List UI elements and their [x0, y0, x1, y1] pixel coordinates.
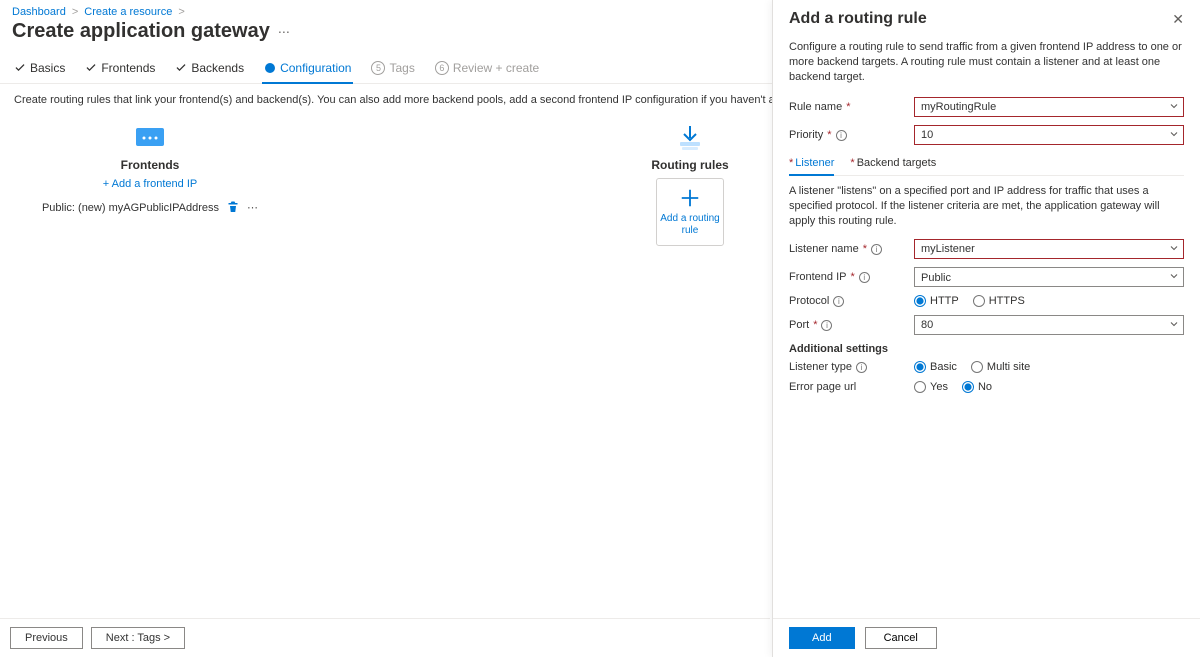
rule-name-label: Rule name * [789, 101, 914, 113]
listener-hint: A listener "listens" on a specified port… [789, 184, 1184, 229]
info-icon[interactable]: i [833, 296, 844, 307]
protocol-label: Protocol i [789, 295, 914, 307]
info-icon[interactable]: i [836, 130, 847, 141]
subtab-listener[interactable]: *Listener [789, 153, 834, 175]
more-actions-icon[interactable]: ⋯ [278, 25, 290, 39]
cancel-button[interactable]: Cancel [865, 627, 937, 649]
routing-rules-column: Routing rules Add a routing rule [580, 124, 800, 246]
priority-label: Priority * i [789, 129, 914, 141]
listener-type-multi-radio[interactable]: Multi site [971, 361, 1030, 373]
panel-subtabs: *Listener *Backend targets [789, 153, 1184, 176]
frontends-column: Frontends + Add a frontend IP Public: (n… [40, 124, 260, 246]
rule-name-input[interactable] [914, 97, 1184, 117]
frontend-ip-select[interactable]: Public [914, 267, 1184, 287]
tab-tags[interactable]: 5 Tags [369, 53, 416, 83]
tab-configuration-label: Configuration [280, 61, 351, 75]
tab-configuration[interactable]: Configuration [262, 53, 353, 83]
close-icon[interactable]: ✕ [1172, 11, 1184, 28]
error-page-label: Error page url [789, 381, 914, 393]
info-icon[interactable]: i [871, 244, 882, 255]
more-icon[interactable]: ⋯ [247, 201, 258, 214]
tab-basics[interactable]: Basics [12, 53, 67, 83]
add-routing-rule-tile[interactable]: Add a routing rule [656, 178, 724, 246]
step-number-icon: 6 [435, 61, 449, 75]
tab-backends[interactable]: Backends [173, 53, 246, 83]
tab-frontends-label: Frontends [101, 61, 155, 75]
crumb-create-resource[interactable]: Create a resource [84, 6, 172, 18]
error-page-no-radio[interactable]: No [962, 381, 992, 393]
panel-footer: Add Cancel [773, 618, 1200, 657]
info-icon[interactable]: i [856, 362, 867, 373]
step-number-icon: 5 [371, 61, 385, 75]
previous-button[interactable]: Previous [10, 627, 83, 649]
tab-review-label: Review + create [453, 61, 539, 75]
tab-tags-label: Tags [389, 61, 414, 75]
add-routing-rule-panel: Add a routing rule ✕ Configure a routing… [772, 0, 1200, 657]
crumb-sep: > [178, 6, 184, 18]
check-icon [175, 62, 187, 74]
frontend-item: Public: (new) myAGPublicIPAddress ⋯ [42, 200, 258, 215]
add-button[interactable]: Add [789, 627, 855, 649]
routing-rules-title: Routing rules [651, 158, 728, 172]
crumb-dashboard[interactable]: Dashboard [12, 6, 66, 18]
additional-settings-title: Additional settings [789, 343, 1184, 355]
frontend-item-label: Public: (new) myAGPublicIPAddress [42, 202, 219, 214]
check-icon [85, 62, 97, 74]
tab-basics-label: Basics [30, 61, 65, 75]
listener-type-label: Listener type i [789, 361, 914, 373]
port-label: Port * i [789, 319, 914, 331]
info-icon[interactable]: i [859, 272, 870, 283]
page-title: Create application gateway [12, 20, 270, 43]
panel-description: Configure a routing rule to send traffic… [789, 40, 1184, 85]
plus-icon [679, 187, 701, 209]
tab-backends-label: Backends [191, 61, 244, 75]
crumb-sep: > [72, 6, 78, 18]
add-frontend-ip-link[interactable]: + Add a frontend IP [103, 178, 198, 190]
protocol-http-radio[interactable]: HTTP [914, 295, 959, 307]
add-routing-rule-label: Add a routing rule [657, 213, 723, 237]
delete-icon[interactable] [227, 200, 239, 215]
frontend-ip-label: Frontend IP * i [789, 271, 914, 283]
tab-frontends[interactable]: Frontends [83, 53, 157, 83]
listener-name-input[interactable] [914, 239, 1184, 259]
listener-name-label: Listener name * i [789, 243, 914, 255]
tab-review[interactable]: 6 Review + create [433, 53, 541, 83]
port-input[interactable] [914, 315, 1184, 335]
next-button[interactable]: Next : Tags > [91, 627, 185, 649]
frontends-icon [132, 124, 168, 152]
protocol-https-radio[interactable]: HTTPS [973, 295, 1025, 307]
info-icon[interactable]: i [821, 320, 832, 331]
active-dot-icon [264, 62, 276, 74]
check-icon [14, 62, 26, 74]
listener-type-radio-group: Basic Multi site [914, 361, 1184, 373]
wizard-footer: Previous Next : Tags > [0, 618, 770, 657]
error-page-yes-radio[interactable]: Yes [914, 381, 948, 393]
subtab-backend-targets[interactable]: *Backend targets [850, 153, 936, 175]
protocol-radio-group: HTTP HTTPS [914, 295, 1184, 307]
panel-title: Add a routing rule [789, 10, 927, 28]
frontends-title: Frontends [121, 158, 180, 172]
listener-type-basic-radio[interactable]: Basic [914, 361, 957, 373]
priority-input[interactable] [914, 125, 1184, 145]
routing-arrow-icon [672, 124, 708, 152]
error-page-radio-group: Yes No [914, 381, 1184, 393]
